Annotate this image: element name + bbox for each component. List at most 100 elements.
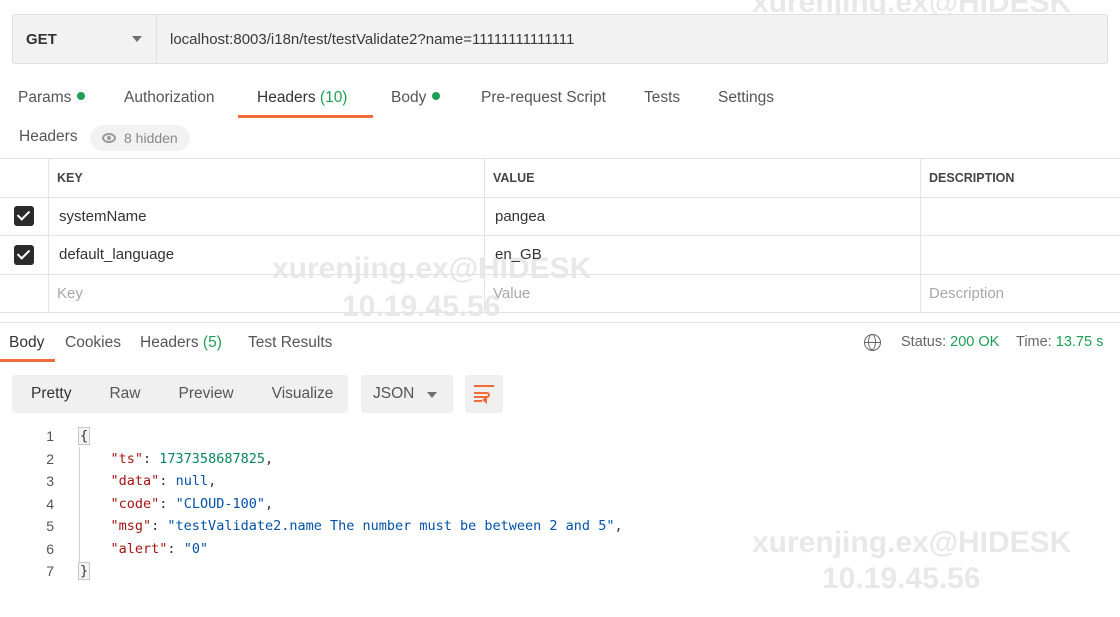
method-label: GET	[26, 30, 57, 48]
divider	[0, 322, 1120, 323]
wrap-icon	[482, 396, 487, 404]
json-value: 1737358687825	[159, 450, 265, 467]
code-line: 5 "msg": "testValidate2.name The number …	[0, 515, 1120, 538]
json-value: "CLOUD-100"	[175, 495, 265, 512]
code-line: 3 "data": null,	[0, 470, 1120, 493]
wrap-lines-button[interactable]	[465, 375, 503, 413]
header-description-cell[interactable]	[921, 236, 1120, 274]
response-tab-body[interactable]: Body	[0, 332, 55, 362]
header-key-cell[interactable]: systemName	[49, 197, 485, 235]
table-row-new: Key Value Description	[0, 274, 1120, 313]
response-tab-cookies[interactable]: Cookies	[65, 332, 121, 362]
status-label: Status:	[901, 334, 947, 350]
checkbox[interactable]	[14, 244, 34, 265]
checkbox[interactable]	[14, 206, 34, 227]
mode-preview-button[interactable]: Preview	[160, 375, 253, 413]
status-dot-icon	[432, 92, 441, 100]
headers-table: KEY VALUE DESCRIPTION systemName pangea …	[0, 158, 1120, 313]
tab-label: Settings	[718, 89, 775, 106]
tab-label: Headers	[257, 89, 316, 106]
tab-authorization[interactable]: Authorization	[124, 80, 214, 118]
comma: ,	[614, 518, 623, 534]
line-number: 1	[46, 428, 54, 444]
wrap-icon	[474, 385, 494, 387]
header-value-cell[interactable]: pangea	[485, 197, 921, 235]
tab-label: Cookies	[65, 334, 121, 351]
tab-label: Test Results	[248, 334, 333, 351]
json-key: "code"	[110, 495, 160, 512]
chevron-down-icon	[132, 36, 142, 42]
close-brace: }	[78, 562, 91, 580]
table-row: systemName pangea	[0, 197, 1120, 236]
tab-label: Params	[18, 89, 72, 106]
hidden-count: 8 hidden	[124, 130, 178, 146]
column-header-description: DESCRIPTION	[929, 170, 1015, 185]
tab-count: (10)	[319, 89, 348, 106]
new-key-input[interactable]: Key	[49, 274, 485, 312]
response-body-editor[interactable]: 1 { 2 "ts": 1737358687825, 3 "data": nul…	[0, 425, 1120, 583]
status-readout: Status: 200 OK	[901, 334, 999, 350]
json-key: "alert"	[110, 540, 168, 557]
header-check-column	[0, 159, 49, 197]
header-key-cell[interactable]: default_language	[49, 236, 485, 274]
tab-headers[interactable]: Headers (10)	[238, 80, 373, 118]
line-number: 7	[46, 563, 54, 579]
header-value-cell[interactable]: en_GB	[485, 236, 921, 274]
tab-tests[interactable]: Tests	[644, 80, 680, 118]
new-description-input[interactable]: Description	[921, 275, 1120, 313]
line-number: 2	[46, 450, 54, 467]
row-checkbox-cell	[0, 274, 49, 312]
line-number: 5	[46, 518, 54, 534]
response-tab-test-results[interactable]: Test Results	[248, 332, 332, 362]
time-label: Time:	[1016, 334, 1052, 350]
url-text: localhost:8003/i18n/test/testValidate2?n…	[170, 30, 575, 48]
row-checkbox-cell	[0, 197, 49, 235]
chevron-down-icon	[427, 392, 437, 398]
new-value-input[interactable]: Value	[485, 274, 921, 312]
tab-settings[interactable]: Settings	[718, 80, 774, 118]
json-value: null	[175, 473, 209, 489]
request-url-bar: GET localhost:8003/i18n/test/testValidat…	[12, 14, 1108, 64]
tab-label: Body	[9, 334, 45, 351]
table-row: default_language en_GB	[0, 236, 1120, 275]
tab-label: Headers	[140, 334, 199, 351]
json-value: "0"	[183, 540, 209, 557]
tab-pre-request-script[interactable]: Pre-request Script	[481, 80, 606, 118]
tab-label: Body	[391, 89, 427, 106]
line-number: 6	[46, 540, 54, 557]
header-description-cell[interactable]	[921, 198, 1120, 236]
hidden-headers-toggle[interactable]: 8 hidden	[90, 125, 190, 151]
tab-label: Authorization	[124, 89, 215, 106]
comma: ,	[264, 450, 274, 467]
time-value[interactable]: 13.75 s	[1056, 334, 1104, 350]
status-value[interactable]: 200 OK	[950, 334, 999, 350]
wrap-icon	[474, 400, 482, 402]
tab-body[interactable]: Body	[391, 80, 441, 118]
mode-pretty-button[interactable]: Pretty	[12, 375, 90, 413]
request-tabs: Params Authorization Headers (10) Body P…	[0, 80, 1120, 118]
time-readout: Time: 13.75 s	[1016, 334, 1103, 350]
mode-visualize-button[interactable]: Visualize	[253, 375, 353, 413]
code-line: 2 "ts": 1737358687825,	[0, 448, 1120, 471]
mode-raw-button[interactable]: Raw	[90, 375, 159, 413]
url-input[interactable]: localhost:8003/i18n/test/testValidate2?n…	[157, 15, 1107, 63]
format-select[interactable]: JSON	[361, 375, 453, 413]
code-line: 4 "code": "CLOUD-100",	[0, 493, 1120, 516]
status-dot-icon	[77, 92, 86, 100]
view-mode-selector: Pretty Raw Preview Visualize	[12, 375, 348, 413]
response-tab-headers[interactable]: Headers (5)	[140, 332, 222, 362]
table-header-row: KEY VALUE DESCRIPTION	[0, 159, 1120, 198]
tab-label: Pre-request Script	[481, 89, 606, 106]
globe-icon[interactable]	[864, 334, 881, 351]
column-header-key: KEY	[49, 159, 485, 197]
method-select[interactable]: GET	[13, 15, 157, 63]
eye-icon	[102, 133, 116, 143]
column-header-value: VALUE	[485, 159, 921, 197]
code-line: 1 {	[0, 425, 1120, 448]
tab-params[interactable]: Params	[18, 80, 86, 118]
headers-section-title: Headers	[19, 128, 78, 145]
tab-count: (5)	[202, 334, 222, 351]
row-checkbox-cell	[0, 236, 49, 274]
code-line: 7 }	[0, 560, 1120, 583]
json-key: "data"	[110, 473, 160, 489]
